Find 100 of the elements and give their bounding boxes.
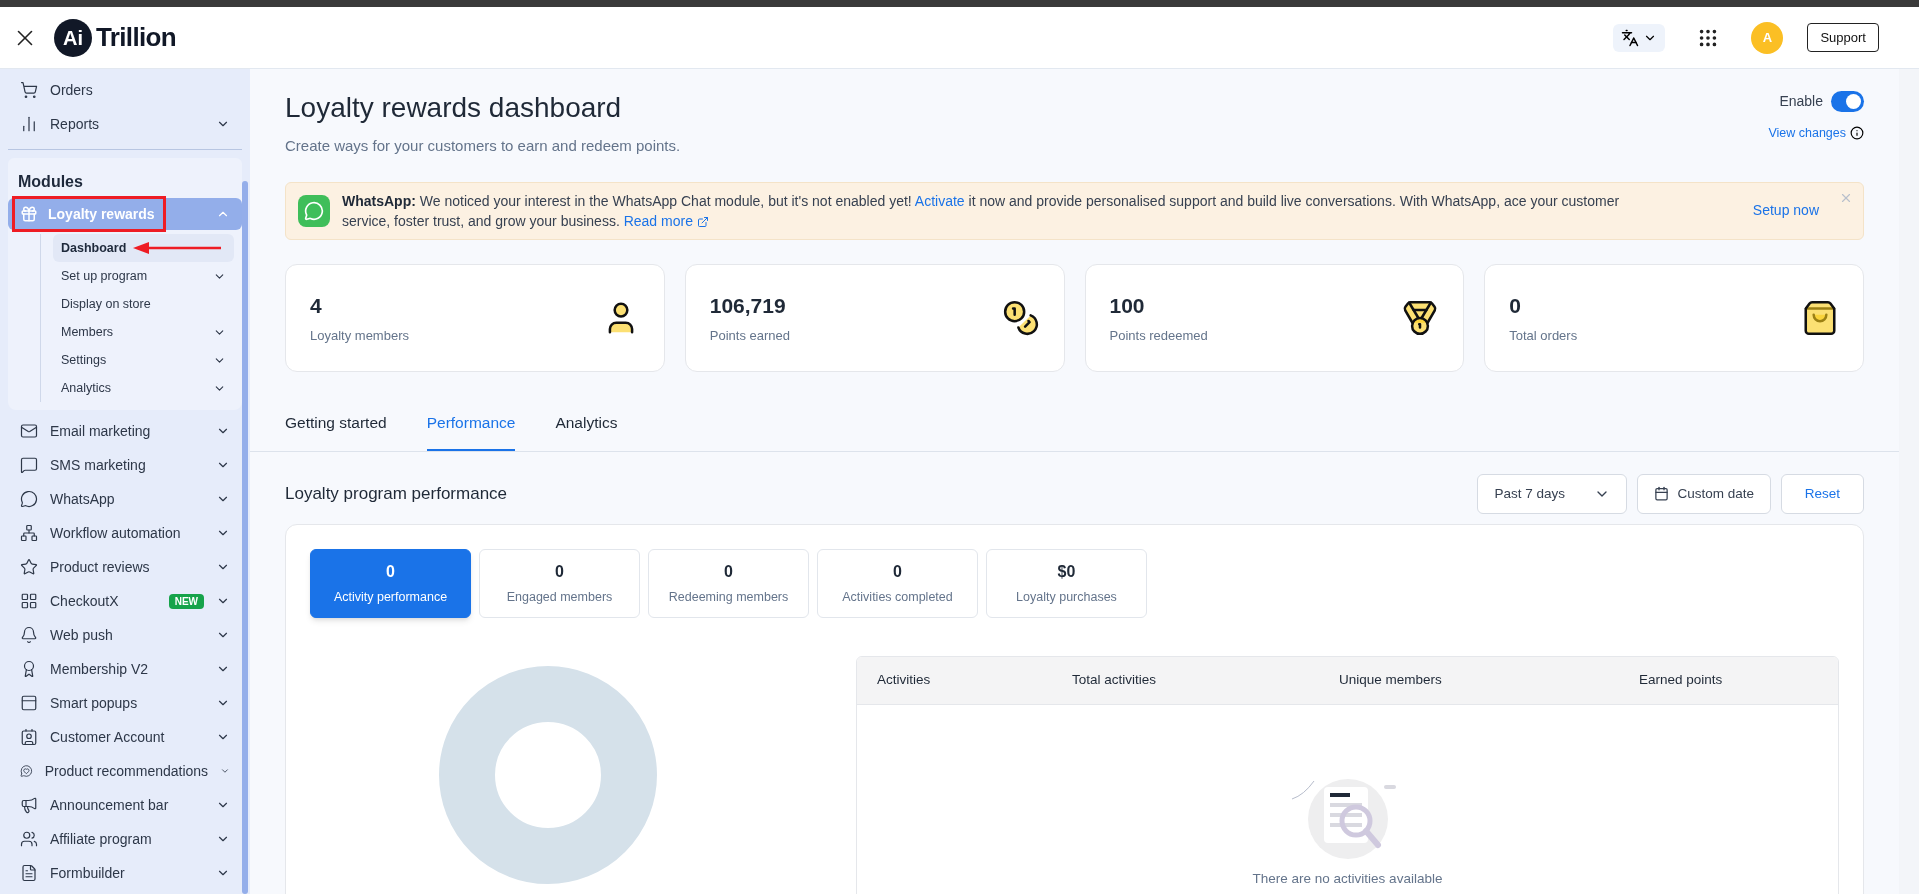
stat-label: Points redeemed [1109,326,1209,345]
period-dropdown[interactable]: Past 7 days [1477,473,1628,514]
logo-text: Trillion [96,21,177,54]
section-heading: Modules [18,173,83,190]
stat-value: 100 [1109,293,1146,319]
megaphone-icon [20,796,38,814]
column-header: Earned points [1639,671,1724,690]
info-icon [1850,126,1864,141]
column-header: Unique members [1339,671,1443,690]
column-header: Activities [877,671,932,690]
column-header: Total activities [1072,671,1158,690]
stat-label: Points earned [709,326,791,345]
enable-toggle[interactable] [1831,91,1864,112]
whatsapp-logo-icon [298,194,330,227]
sidebar-label: Email marketing [50,421,152,441]
stat-value: 4 [310,293,323,319]
cart-icon [20,81,38,99]
enable-label: Enable [1779,92,1823,111]
chat-bubble-icon [20,490,38,508]
tab[interactable]: Getting started [285,405,387,451]
sidebar-label: Affiliate program [50,829,153,849]
sidebar-item[interactable]: Orders [0,73,250,107]
new-badge: NEW [168,593,204,609]
setup-now-link[interactable]: Setup now [1752,200,1819,221]
stat-value: 106,719 [709,293,787,319]
metric-tab[interactable]: 0 Activity performance [310,548,471,618]
tab[interactable]: Analytics [555,405,618,451]
stat-label: Loyalty members [310,326,410,345]
language-button[interactable] [1613,23,1666,52]
sidebar-label: Customer Account [50,727,166,747]
bell-icon [20,626,38,644]
people-icon [20,830,38,848]
sidebar-label: Membership V2 [50,659,150,679]
hierarchy-icon [20,524,38,542]
chat-heart-icon [20,762,33,780]
metric-tab[interactable]: $0 Loyalty purchases [986,548,1147,618]
sidebar-label: WhatsApp [50,489,116,509]
document-icon [20,864,38,882]
submenu-item[interactable]: Settings [53,346,234,374]
gift-icon [20,205,38,223]
sidebar-item[interactable]: Affiliate program [0,822,250,856]
sidebar-item[interactable]: Email marketing [0,414,250,448]
sidebar-item[interactable]: Product reviews [0,550,250,584]
star-icon [20,558,38,576]
stat-label: Total orders [1509,326,1579,345]
sidebar-item[interactable]: Announcement bar [0,788,250,822]
stat-value: 0 [1509,293,1522,319]
page-subtitle: Create ways for your customers to earn and redeem points. [285,136,682,156]
section-title: Loyalty program performance [285,483,509,505]
activate-link[interactable]: Activate [914,192,965,209]
external-link-icon [696,215,709,228]
sidebar-item[interactable]: Workflow automation [0,516,250,550]
reset-button[interactable]: Reset [1781,473,1864,514]
sidebar-label: SMS marketing [50,455,147,475]
sidebar-item[interactable]: Membership V2 [0,652,250,686]
sidebar-label: CheckoutX [50,591,120,611]
sidebar-label: Workflow automation [50,523,182,543]
logo-mark: Ai [54,18,92,57]
view-changes-link[interactable]: View changes [1768,124,1846,143]
empty-state-text: There are no activities available [1252,869,1443,888]
shopping-bag-icon [1801,298,1839,337]
sidebar-label: Reports [50,114,101,134]
coins-icon [1001,298,1040,337]
sidebar-item[interactable]: WhatsApp [0,482,250,516]
sidebar-label: Smart popups [50,693,139,713]
calendar-icon [1654,486,1670,502]
sidebar-item[interactable]: Formbuilder [0,856,250,890]
tab[interactable]: Performance [426,405,516,451]
banner-message: WhatsApp: We noticed your interest in the WhatsApp Chat module, but it's not enabled yet! Activate it now and provide personalised support and build live conversations. With WhatsApp, ace your customer service, foster trust, and grow your business. Read more [342,191,1621,231]
sidebar-label: Product recommendations [44,761,209,781]
envelope-icon [20,422,38,440]
sidebar-item[interactable]: Customer Account [0,720,250,754]
chat-icon [20,456,38,474]
metric-tab[interactable]: 0 Engaged members [479,548,640,618]
sidebar-label: Announcement bar [50,795,170,815]
sidebar-label: Formbuilder [50,863,126,883]
submenu-item[interactable]: Dashboard [53,234,234,262]
custom-date-button[interactable]: Custom date [1637,473,1771,514]
sidebar-item[interactable]: CheckoutX NEW [0,584,250,618]
submenu-item[interactable]: Set up program [53,262,234,290]
submenu-item[interactable]: Members [53,318,234,346]
translate-icon [1621,28,1640,47]
sidebar-label: Web push [50,625,114,645]
grid-icon [20,592,38,610]
support-button[interactable]: Support [1807,23,1879,52]
sidebar-item[interactable]: Reports [0,107,250,141]
sidebar-label: Product reviews [50,557,151,577]
sidebar-label: Orders [50,80,94,100]
sidebar-item[interactable]: SMS marketing [0,448,250,482]
sidebar-label: Loyalty rewards [48,204,156,224]
submenu-item[interactable]: Display on store [53,290,234,318]
submenu-item[interactable]: Analytics [53,374,234,402]
sidebar-item[interactable]: Smart popups [0,686,250,720]
sidebar-item[interactable]: Web push [0,618,250,652]
metric-tab[interactable]: 0 Activities completed [817,548,978,618]
sidebar-item[interactable]: Product recommendations [0,754,250,788]
window-icon [20,694,38,712]
bar-chart-icon [20,115,38,133]
metric-tab[interactable]: 0 Redeeming members [648,548,809,618]
read-more-link[interactable]: Read more [623,212,709,229]
